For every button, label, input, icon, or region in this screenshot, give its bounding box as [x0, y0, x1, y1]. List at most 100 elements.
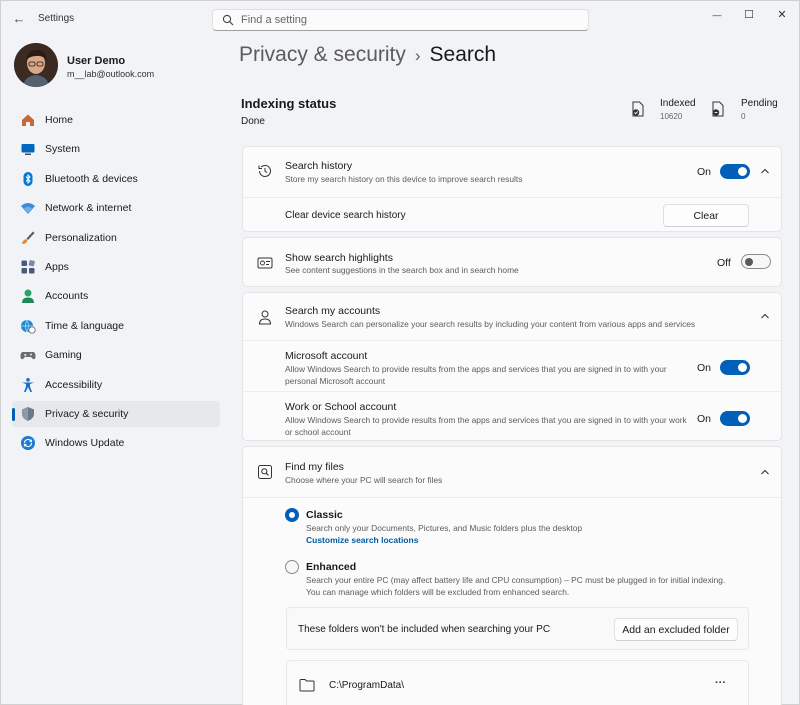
- person-icon: [22, 289, 34, 304]
- accessibility-icon: [22, 377, 34, 392]
- customize-search-locations-link[interactable]: Customize search locations: [306, 535, 418, 545]
- chevron-up-icon[interactable]: [759, 165, 771, 177]
- work-account-toggle[interactable]: [720, 411, 750, 426]
- sidebar-item-windows-update[interactable]: Windows Update: [12, 430, 220, 456]
- divider: [243, 497, 781, 498]
- sidebar-nav: Home System Bluetooth & devices Network …: [12, 107, 220, 460]
- clear-history-label: Clear device search history: [285, 210, 406, 221]
- search-accounts-title: Search my accounts: [285, 305, 381, 317]
- sidebar-item-gaming[interactable]: Gaming: [12, 342, 220, 368]
- indexed-count: 10620: [660, 112, 683, 121]
- sidebar-item-label: Bluetooth & devices: [45, 172, 138, 185]
- pending-label: Pending: [741, 98, 778, 109]
- avatar-portrait-icon: [14, 43, 58, 87]
- excluded-folder-row: C:\ProgramData\ ···: [286, 660, 749, 705]
- search-highlights-icon: [257, 257, 273, 269]
- search-highlights-toggle-state: Off: [717, 257, 731, 269]
- microsoft-account-toggle-state: On: [697, 362, 712, 374]
- search-highlights-toggle[interactable]: [741, 254, 771, 269]
- search-history-card: Search history Store my search history o…: [242, 146, 782, 232]
- find-my-files-card: Find my files Choose where your PC will …: [242, 446, 782, 705]
- sidebar-item-label: Personalization: [45, 231, 117, 244]
- search-box[interactable]: [212, 9, 589, 31]
- find-files-desc: Choose where your PC will search for fil…: [285, 475, 443, 485]
- back-button[interactable]: ←: [9, 9, 29, 29]
- person-outline-icon: [258, 310, 272, 325]
- add-excluded-folder-button[interactable]: Add an excluded folder: [614, 618, 738, 641]
- clear-history-button[interactable]: Clear: [663, 204, 749, 227]
- minimize-icon: —: [712, 10, 722, 20]
- page-title: Search: [429, 43, 497, 66]
- enhanced-desc: Search your entire PC (may affect batter…: [306, 575, 726, 597]
- sidebar-item-privacy-security[interactable]: Privacy & security: [12, 400, 220, 427]
- search-history-toggle[interactable]: [720, 164, 750, 179]
- classic-radio[interactable]: [285, 508, 299, 522]
- avatar[interactable]: [14, 43, 58, 87]
- search-history-title: Search history: [285, 160, 353, 172]
- maximize-button[interactable]: ☐: [734, 6, 764, 24]
- sidebar-item-network[interactable]: Network & internet: [12, 195, 220, 221]
- chevron-right-icon: ›: [414, 46, 421, 65]
- search-icon: [222, 14, 234, 26]
- excluded-folders-panel: These folders won't be included when sea…: [286, 607, 749, 650]
- sidebar-item-accessibility[interactable]: Accessibility: [12, 372, 220, 398]
- profile-name: User Demo: [67, 55, 126, 67]
- document-check-icon: [632, 101, 644, 117]
- microsoft-account-toggle[interactable]: [720, 360, 750, 375]
- maximize-icon: ☐: [744, 9, 754, 21]
- title-bar: ← Settings — ☐ ✕: [1, 1, 800, 37]
- chevron-up-icon[interactable]: [759, 310, 771, 322]
- sidebar-item-home[interactable]: Home: [12, 107, 220, 133]
- sidebar-item-system[interactable]: System: [12, 136, 220, 162]
- search-history-desc: Store my search history on this device t…: [285, 174, 523, 184]
- indexed-label: Indexed: [660, 98, 696, 109]
- document-pending-icon: [712, 101, 724, 117]
- more-options-icon[interactable]: ···: [715, 677, 726, 689]
- indexing-status-value: Done: [241, 116, 265, 127]
- close-button[interactable]: ✕: [767, 6, 797, 24]
- classic-label: Classic: [306, 509, 343, 521]
- close-icon: ✕: [777, 9, 787, 21]
- find-files-title: Find my files: [285, 461, 344, 473]
- sidebar-item-label: Network & internet: [45, 202, 132, 215]
- search-history-toggle-state: On: [697, 166, 712, 178]
- history-icon: [258, 164, 271, 177]
- chevron-up-icon[interactable]: [759, 466, 771, 478]
- enhanced-radio[interactable]: [285, 560, 299, 574]
- search-accounts-desc: Windows Search can personalize your sear…: [285, 319, 696, 329]
- work-account-desc: Allow Windows Search to provide results …: [285, 415, 687, 437]
- sidebar-item-apps[interactable]: Apps: [12, 254, 220, 280]
- shield-icon: [22, 406, 34, 421]
- search-input[interactable]: [241, 12, 571, 28]
- globe-clock-icon: [21, 319, 36, 334]
- work-account-title: Work or School account: [285, 401, 397, 413]
- pending-count: 0: [741, 112, 746, 121]
- sidebar-item-time-language[interactable]: Time & language: [12, 313, 220, 339]
- work-account-toggle-state: On: [697, 413, 712, 425]
- divider: [243, 340, 781, 341]
- enhanced-label: Enhanced: [306, 561, 357, 573]
- file-search-icon: [258, 465, 272, 479]
- sidebar-item-accounts[interactable]: Accounts: [12, 283, 220, 309]
- sidebar-item-label: Accessibility: [45, 378, 103, 391]
- wifi-icon: [21, 203, 35, 215]
- sidebar-item-label: Apps: [45, 260, 69, 273]
- divider: [243, 391, 781, 392]
- folder-icon: [299, 679, 315, 692]
- microsoft-account-title: Microsoft account: [285, 350, 368, 362]
- sidebar-item-label: Windows Update: [45, 437, 125, 450]
- sidebar-item-bluetooth[interactable]: Bluetooth & devices: [12, 166, 220, 192]
- minimize-button[interactable]: —: [702, 6, 732, 24]
- excluded-folders-text: These folders won't be included when sea…: [298, 624, 551, 635]
- sidebar-item-label: System: [45, 143, 81, 156]
- apps-icon: [21, 260, 35, 274]
- monitor-icon: [21, 144, 35, 156]
- breadcrumb-parent-link[interactable]: Privacy & security: [239, 43, 406, 66]
- sidebar-item-personalization[interactable]: Personalization: [12, 225, 220, 251]
- sidebar-item-label: Accounts: [45, 290, 89, 303]
- home-icon: [22, 114, 34, 126]
- paintbrush-icon: [22, 231, 35, 244]
- sidebar-item-label: Home: [45, 114, 74, 126]
- gamepad-icon: [20, 352, 36, 360]
- search-highlights-title: Show search highlights: [285, 252, 393, 264]
